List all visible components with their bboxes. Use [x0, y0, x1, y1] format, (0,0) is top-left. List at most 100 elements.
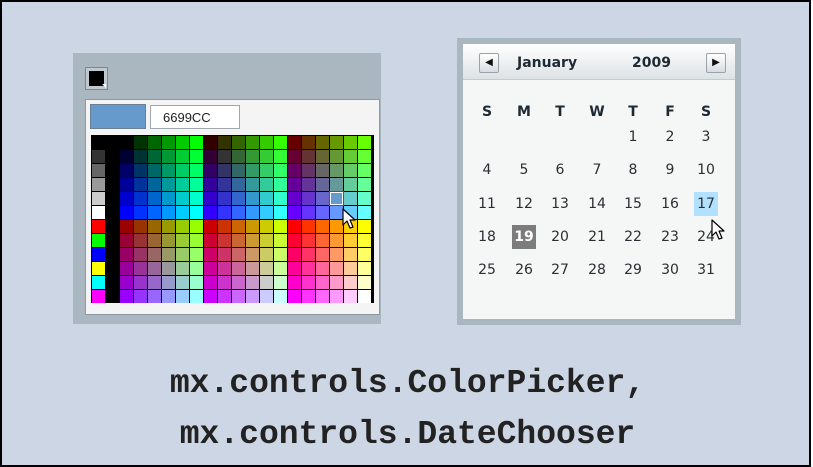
color-swatch[interactable]	[162, 276, 175, 289]
color-swatch[interactable]	[190, 234, 203, 247]
color-swatch[interactable]	[246, 178, 259, 191]
color-swatch[interactable]	[316, 206, 329, 219]
color-swatch[interactable]	[232, 220, 245, 233]
color-swatch[interactable]	[316, 164, 329, 177]
color-swatch[interactable]	[204, 178, 217, 191]
color-swatch[interactable]	[344, 234, 357, 247]
color-swatch[interactable]	[232, 178, 245, 191]
color-swatch[interactable]	[176, 136, 189, 149]
color-swatch[interactable]	[134, 234, 147, 247]
color-swatch[interactable]	[344, 178, 357, 191]
color-swatch[interactable]	[134, 206, 147, 219]
calendar-day[interactable]: 26	[512, 258, 536, 282]
color-swatch[interactable]	[218, 220, 231, 233]
calendar-day[interactable]: 4	[475, 158, 499, 182]
color-swatch[interactable]	[120, 248, 133, 261]
color-swatch[interactable]	[246, 136, 259, 149]
color-swatch[interactable]	[92, 276, 105, 289]
color-swatch[interactable]	[106, 262, 119, 275]
color-swatch[interactable]	[162, 220, 175, 233]
calendar-day[interactable]: 6	[548, 158, 572, 182]
calendar-day[interactable]: 13	[548, 192, 572, 216]
color-swatch[interactable]	[148, 234, 161, 247]
color-swatch[interactable]	[106, 276, 119, 289]
color-swatch[interactable]	[106, 248, 119, 261]
color-swatch[interactable]	[358, 150, 371, 163]
color-swatch[interactable]	[288, 206, 301, 219]
color-swatch[interactable]	[176, 220, 189, 233]
color-swatch[interactable]	[358, 220, 371, 233]
color-swatch[interactable]	[148, 192, 161, 205]
color-swatch[interactable]	[190, 164, 203, 177]
color-swatch[interactable]	[274, 220, 287, 233]
color-swatch[interactable]	[218, 276, 231, 289]
color-swatch[interactable]	[358, 290, 371, 303]
color-swatch[interactable]	[204, 206, 217, 219]
color-swatch[interactable]	[134, 290, 147, 303]
color-swatch[interactable]	[148, 220, 161, 233]
prev-month-button[interactable]: ◀	[479, 53, 499, 73]
color-swatch[interactable]	[218, 150, 231, 163]
color-swatch[interactable]	[246, 206, 259, 219]
color-swatch[interactable]	[302, 248, 315, 261]
color-swatch[interactable]	[106, 220, 119, 233]
color-swatch[interactable]	[302, 262, 315, 275]
color-swatch[interactable]	[232, 192, 245, 205]
color-swatch[interactable]	[134, 276, 147, 289]
color-swatch[interactable]	[92, 150, 105, 163]
calendar-day[interactable]: 5	[512, 158, 536, 182]
calendar-day[interactable]: 31	[694, 258, 718, 282]
color-swatch[interactable]	[288, 276, 301, 289]
color-swatch[interactable]	[358, 276, 371, 289]
color-swatch[interactable]	[274, 234, 287, 247]
color-swatch[interactable]	[330, 150, 343, 163]
color-swatch[interactable]	[246, 192, 259, 205]
calendar-day[interactable]: 17	[694, 192, 718, 216]
color-swatch[interactable]	[190, 248, 203, 261]
color-swatch[interactable]	[288, 220, 301, 233]
color-swatch[interactable]	[260, 276, 273, 289]
calendar-day[interactable]: 30	[658, 258, 682, 282]
color-swatch[interactable]	[190, 178, 203, 191]
calendar-day[interactable]: 12	[512, 192, 536, 216]
color-swatch[interactable]	[302, 290, 315, 303]
calendar-day[interactable]: 7	[585, 158, 609, 182]
color-swatch[interactable]	[204, 276, 217, 289]
calendar-day[interactable]: 19	[512, 225, 536, 249]
color-swatch[interactable]	[134, 248, 147, 261]
calendar-day[interactable]: 18	[475, 225, 499, 249]
color-swatch[interactable]	[134, 150, 147, 163]
color-swatch[interactable]	[288, 192, 301, 205]
color-swatch[interactable]	[204, 192, 217, 205]
color-swatch[interactable]	[218, 192, 231, 205]
calendar-day[interactable]: 20	[548, 225, 572, 249]
color-swatch[interactable]	[358, 178, 371, 191]
calendar-day[interactable]: 1	[621, 125, 645, 149]
color-swatch[interactable]	[162, 136, 175, 149]
color-swatch[interactable]	[92, 234, 105, 247]
calendar-day[interactable]: 9	[658, 158, 682, 182]
calendar-day[interactable]: 25	[475, 258, 499, 282]
color-swatch[interactable]	[344, 290, 357, 303]
color-swatch[interactable]	[246, 248, 259, 261]
color-swatch[interactable]	[302, 150, 315, 163]
color-swatch[interactable]	[302, 220, 315, 233]
color-swatch[interactable]	[204, 262, 217, 275]
color-swatch[interactable]	[190, 220, 203, 233]
color-swatch[interactable]	[106, 206, 119, 219]
color-swatch[interactable]	[204, 234, 217, 247]
color-swatch[interactable]	[288, 290, 301, 303]
color-swatch[interactable]	[162, 234, 175, 247]
color-swatch[interactable]	[106, 234, 119, 247]
color-swatch[interactable]	[246, 150, 259, 163]
color-swatch[interactable]	[344, 136, 357, 149]
color-swatch[interactable]	[148, 178, 161, 191]
color-swatch[interactable]	[148, 164, 161, 177]
color-swatch[interactable]	[316, 248, 329, 261]
color-swatch[interactable]	[260, 150, 273, 163]
color-swatch[interactable]	[92, 178, 105, 191]
color-swatch[interactable]	[162, 150, 175, 163]
color-swatch[interactable]	[260, 206, 273, 219]
calendar-day[interactable]: 21	[585, 225, 609, 249]
calendar-day[interactable]: 28	[585, 258, 609, 282]
